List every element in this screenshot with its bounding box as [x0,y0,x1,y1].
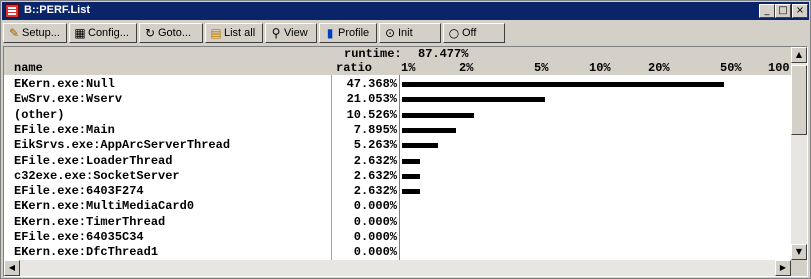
runtime-label: runtime: [344,47,402,61]
row-ratio: 0.000% [353,199,397,214]
row-ratio: 7.895% [353,122,397,137]
row-ratio: 0.000% [353,230,397,244]
row-name: EKern.exe:TimerThread [14,214,166,229]
row-ratio: 5.263% [353,138,397,153]
table-row[interactable]: c32exe.exe:SocketServer 2.632% [4,169,793,183]
table-row[interactable]: (other) 10.526% [4,108,793,122]
table-row[interactable]: EFile.exe:6403F274 2.632% [4,184,793,198]
ratio-bar [402,82,725,87]
table-row[interactable]: EKern.exe:TimerThread 0.000% [4,215,793,229]
scale-tick: 5% [534,61,549,75]
table-row[interactable]: EikSrvs.exe:AppArcServerThread 5.263% [4,138,793,152]
goto-label: Goto... [158,27,192,39]
horizontal-scrollbar[interactable]: ◀ ▶ [4,260,791,276]
row-name: EKern.exe:MultiMediaCard0 [14,199,195,214]
view-label: View [284,27,308,39]
row-ratio: 47.368% [346,77,397,91]
scale-tick: 20% [648,61,670,75]
close-button[interactable]: × [792,4,808,18]
name-column-header[interactable]: name [14,61,43,75]
ratio-bar [402,143,438,149]
list-all-label: List all [224,27,256,39]
ratio-bar [402,127,456,133]
config-button[interactable]: ▦ Config... [69,23,137,43]
row-name: EwSrv.exe:Wserv [14,92,123,107]
table-row[interactable]: EFile.exe:LoaderThread 2.632% [4,154,793,168]
row-ratio: 21.053% [346,92,397,107]
goto-button[interactable]: ↻ Goto... [139,23,203,43]
init-icon: ⊙ [384,26,396,40]
magnifier-icon: ⚲ [271,26,281,40]
table-row[interactable]: EKern.exe:MultiMediaCard0 0.000% [4,199,793,213]
ratio-bar [402,97,546,103]
ratio-bar [402,112,474,118]
wrench-icon: ✎ [8,26,20,40]
row-ratio: 0.000% [353,245,397,260]
profile-button[interactable]: ▮ Profile [319,23,377,43]
row-ratio: 0.000% [353,214,397,229]
scale-tick: 2% [459,61,474,75]
config-label: Config... [88,27,129,39]
scale-tick: 10% [589,61,611,75]
row-name: EFile.exe:Main [14,122,115,137]
scale-tick: 100 [768,61,790,75]
goto-icon: ↻ [144,26,156,40]
runtime-value: 87.477% [418,47,469,61]
table-row[interactable]: EKern.exe:Null 47.368% [4,77,793,91]
row-name: EKern.exe:Null [14,77,115,91]
setup-label: Setup... [22,27,60,39]
row-ratio: 2.632% [353,168,397,183]
table-row[interactable]: EFile.exe:Main 7.895% [4,123,793,137]
app-icon [5,4,19,18]
row-name: EFile.exe:64035C34 [14,230,144,244]
profile-label: Profile [338,27,370,39]
ratio-bar [402,189,420,195]
scale-tick: 1% [401,61,416,75]
column-header: name ratio 1% 2% 5% 10% 20% 50% 100 [4,61,793,75]
row-ratio: 2.632% [353,153,397,168]
table-row[interactable]: EwSrv.exe:Wserv 21.053% [4,92,793,106]
row-name: EFile.exe:6403F274 [14,184,144,199]
vertical-scrollbar[interactable]: ▲ ▼ [791,47,807,260]
window-title: B::PERF.List [24,4,90,16]
init-label: Init [398,27,413,39]
vertical-scroll-thumb[interactable] [791,65,807,135]
row-name: EFile.exe:LoaderThread [14,153,173,168]
list-icon: ▤ [210,26,222,40]
runtime-header: runtime: 87.477% [4,47,793,61]
scroll-left-arrow-icon[interactable]: ◀ [4,260,20,276]
ratio-bar [402,173,420,179]
table-row[interactable]: EFile.exe:64035C34 0.000% [4,230,793,244]
minimize-button[interactable]: _ [759,4,775,18]
scrollbar-corner [791,260,807,276]
perf-list-window: B::PERF.List _ □ × ✎ Setup... ▦ Config... … [0,0,811,279]
ratio-column-header[interactable]: ratio [336,61,372,75]
row-name: c32exe.exe:SocketServer [14,168,180,183]
scale-tick: 50% [720,61,742,75]
init-button[interactable]: ⊙ Init [379,23,441,43]
toolbar: ✎ Setup... ▦ Config... ↻ Goto... ▤ List all … [3,23,808,45]
maximize-button[interactable]: □ [775,4,791,18]
row-ratio: 10.526% [346,107,397,122]
off-label: Off [462,27,477,39]
row-name: (other) [14,107,65,122]
table-row[interactable]: EKern.exe:DfcThread1 0.000% [4,245,793,259]
setup-button[interactable]: ✎ Setup... [3,23,67,43]
scroll-up-arrow-icon[interactable]: ▲ [791,47,807,63]
ratio-bar [402,158,420,164]
row-ratio: 2.632% [353,184,397,199]
scroll-down-arrow-icon[interactable]: ▼ [791,244,807,260]
list-all-button[interactable]: ▤ List all [205,23,263,43]
row-name: EikSrvs.exe:AppArcServerThread [14,138,231,153]
perf-list-panel: runtime: 87.477% name ratio 1% 2% 5% 10%… [3,46,808,277]
title-bar[interactable]: B::PERF.List _ □ × [2,2,809,20]
scroll-right-arrow-icon[interactable]: ▶ [775,260,791,276]
view-button[interactable]: ⚲ View [265,23,317,43]
grid-icon: ▦ [74,26,86,40]
bar-chart-icon: ▮ [326,26,334,40]
row-name: EKern.exe:DfcThread1 [14,245,159,260]
off-icon: ○ [448,26,460,40]
off-button[interactable]: ○ Off [443,23,505,43]
